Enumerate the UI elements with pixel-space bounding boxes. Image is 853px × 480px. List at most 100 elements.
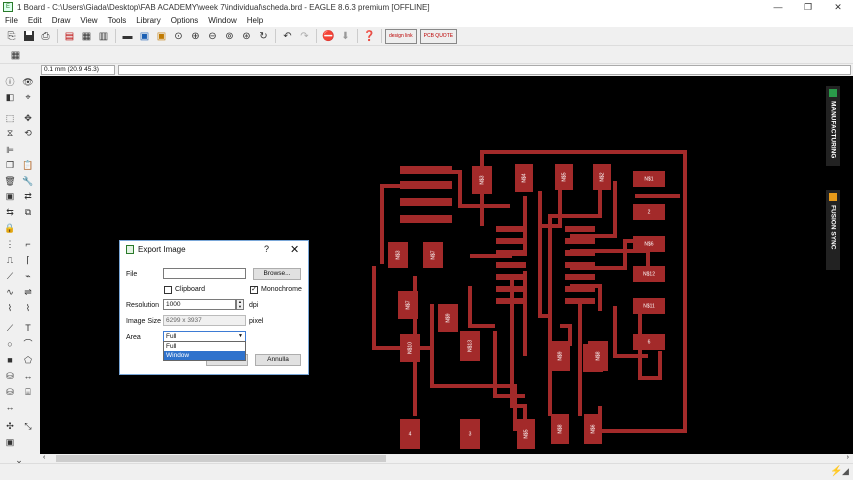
dialog-close-button[interactable]: ✕ — [290, 243, 299, 256]
menu-tools[interactable]: Tools — [103, 16, 132, 25]
attribute-icon[interactable]: ⌸ — [21, 386, 35, 398]
zoom-fit-icon[interactable]: ⊙ — [170, 29, 187, 44]
switch-schematic-icon[interactable]: ▦ — [78, 29, 95, 44]
scroll-left-icon[interactable]: ‹ — [43, 454, 45, 461]
ic-pad — [565, 298, 595, 304]
menu-edit[interactable]: Edit — [23, 16, 47, 25]
split-icon[interactable]: ⋮ — [3, 238, 17, 250]
ratsnest-icon[interactable]: ⛁ — [3, 386, 17, 398]
resolution-spinner[interactable]: ▲ ▼ — [236, 299, 244, 310]
pcb-quote-button[interactable]: PCB QUOTE — [419, 28, 458, 44]
copy-icon[interactable]: ❐ — [3, 159, 17, 171]
mirror-icon[interactable]: ⧖ — [3, 127, 17, 139]
fusion-sync-tab[interactable]: FUSION SYNC — [826, 190, 840, 270]
undo-icon[interactable]: ↶ — [279, 29, 296, 44]
lock-icon[interactable]: 🔒 — [3, 222, 17, 234]
file-input[interactable] — [163, 268, 246, 279]
ulp-run-icon[interactable]: ▣ — [153, 29, 170, 44]
zoom-select-icon[interactable]: ⊚ — [221, 29, 238, 44]
minimize-button[interactable]: — — [763, 0, 793, 14]
erc-icon[interactable]: ⤡ — [21, 420, 35, 432]
ripup-icon[interactable]: ⌈ — [21, 254, 35, 266]
zoom-out-icon[interactable]: ⊖ — [204, 29, 221, 44]
menu-draw[interactable]: Draw — [47, 16, 76, 25]
swap-icon[interactable]: ⇆ — [3, 206, 17, 218]
meander-icon[interactable]: ∿ — [3, 286, 17, 298]
grid-icon[interactable]: ▦ — [7, 48, 24, 63]
text-icon[interactable]: T — [21, 322, 35, 334]
rotate-icon[interactable]: ⟲ — [21, 127, 35, 139]
redraw-icon[interactable]: ↻ — [255, 29, 272, 44]
resolution-input[interactable]: 1000 — [163, 299, 236, 310]
wrench-icon[interactable]: 🔧 — [21, 175, 35, 187]
area-option-window[interactable]: Window — [164, 351, 245, 360]
mark-icon[interactable]: ⌖ — [21, 91, 35, 103]
scroll-thumb[interactable] — [56, 455, 386, 462]
replace-icon[interactable]: ⇄ — [21, 190, 35, 202]
ulp-icon[interactable]: ▣ — [136, 29, 153, 44]
dialog-help-button[interactable]: ? — [264, 244, 269, 254]
open-icon[interactable]: ⎘ — [3, 29, 20, 44]
via-icon[interactable]: ⛁ — [3, 370, 17, 382]
redo-icon[interactable]: ↷ — [296, 29, 313, 44]
browse-button[interactable]: Browse... — [253, 268, 301, 280]
route-icon[interactable]: ⎍ — [3, 254, 17, 266]
fanout-icon[interactable]: ⌇ — [21, 302, 35, 314]
drc-icon[interactable]: ✣ — [3, 420, 17, 432]
menu-library[interactable]: Library — [131, 16, 165, 25]
hole-icon[interactable]: ↔ — [21, 370, 35, 382]
autoroute-icon[interactable]: ⌇ — [3, 302, 17, 314]
help-icon[interactable]: ❓ — [361, 29, 378, 44]
zoom-in-icon[interactable]: ⊕ — [187, 29, 204, 44]
show-icon[interactable]: 👁 — [21, 76, 35, 88]
stop-icon[interactable]: ⛔ — [320, 29, 337, 44]
part-pad-label: N$6 — [644, 241, 653, 247]
save-icon[interactable] — [20, 29, 37, 44]
area-option-full[interactable]: Full — [164, 342, 245, 351]
select-icon[interactable]: ⬚ — [3, 112, 17, 124]
arc-icon[interactable]: ⌒ — [21, 338, 35, 350]
print-icon[interactable]: ⎙ — [37, 29, 54, 44]
toolbar-separator — [275, 29, 276, 43]
add-part-icon[interactable]: ▣ — [3, 190, 17, 202]
group-icon[interactable]: ⧉ — [21, 206, 35, 218]
slice-icon[interactable]: ⟋ — [3, 270, 17, 282]
align-icon[interactable]: ⊫ — [3, 144, 17, 156]
polygon-icon[interactable]: ⬠ — [21, 354, 35, 366]
rectangle-icon[interactable]: ■ — [3, 354, 17, 366]
paste-icon[interactable]: 📋 — [21, 159, 35, 171]
line-icon[interactable]: ⟋ — [3, 322, 17, 334]
command-line-input[interactable] — [118, 65, 851, 75]
close-window-button[interactable]: ✕ — [823, 0, 853, 14]
horizontal-scrollbar[interactable]: ‹ › — [40, 454, 852, 463]
cancel-button[interactable]: Annulla — [255, 354, 301, 366]
menu-file[interactable]: File — [0, 16, 23, 25]
cam-processor-icon[interactable]: ▤ — [61, 29, 78, 44]
toolbar-separator — [381, 29, 382, 43]
menu-help[interactable]: Help — [242, 16, 268, 25]
script-icon[interactable]: ▬ — [119, 29, 136, 44]
go-icon[interactable]: ⬇ — [337, 29, 354, 44]
menu-window[interactable]: Window — [203, 16, 241, 25]
dimension-icon[interactable]: ↔ — [3, 401, 17, 413]
layer-settings-icon[interactable]: ◧ — [3, 91, 17, 103]
mirror-tool-icon[interactable]: ⇌ — [21, 286, 35, 298]
menu-options[interactable]: Options — [166, 16, 204, 25]
smash-icon[interactable]: ⌁ — [21, 270, 35, 282]
delete-icon[interactable]: 🗑 — [3, 175, 17, 187]
move-icon[interactable]: ✥ — [21, 112, 35, 124]
manufacturing-icon[interactable]: ▥ — [95, 29, 112, 44]
design-link-button[interactable]: design link — [385, 28, 417, 44]
ic-pad — [496, 274, 526, 280]
optimize-icon[interactable]: ⌐ — [21, 238, 35, 250]
scroll-right-icon[interactable]: › — [847, 454, 849, 461]
clipboard-checkbox[interactable] — [164, 286, 172, 294]
info-icon[interactable]: ⓘ — [3, 76, 17, 88]
circle-icon[interactable]: ○ — [3, 338, 17, 350]
errors-icon[interactable]: ▣ — [3, 436, 17, 448]
manufacturing-tab[interactable]: MANUFACTURING — [826, 86, 840, 166]
maximize-button[interactable]: ❐ — [793, 0, 823, 14]
monochrome-checkbox[interactable]: ✓ — [250, 286, 258, 294]
menu-view[interactable]: View — [75, 16, 102, 25]
zoom-last-icon[interactable]: ⊛ — [238, 29, 255, 44]
